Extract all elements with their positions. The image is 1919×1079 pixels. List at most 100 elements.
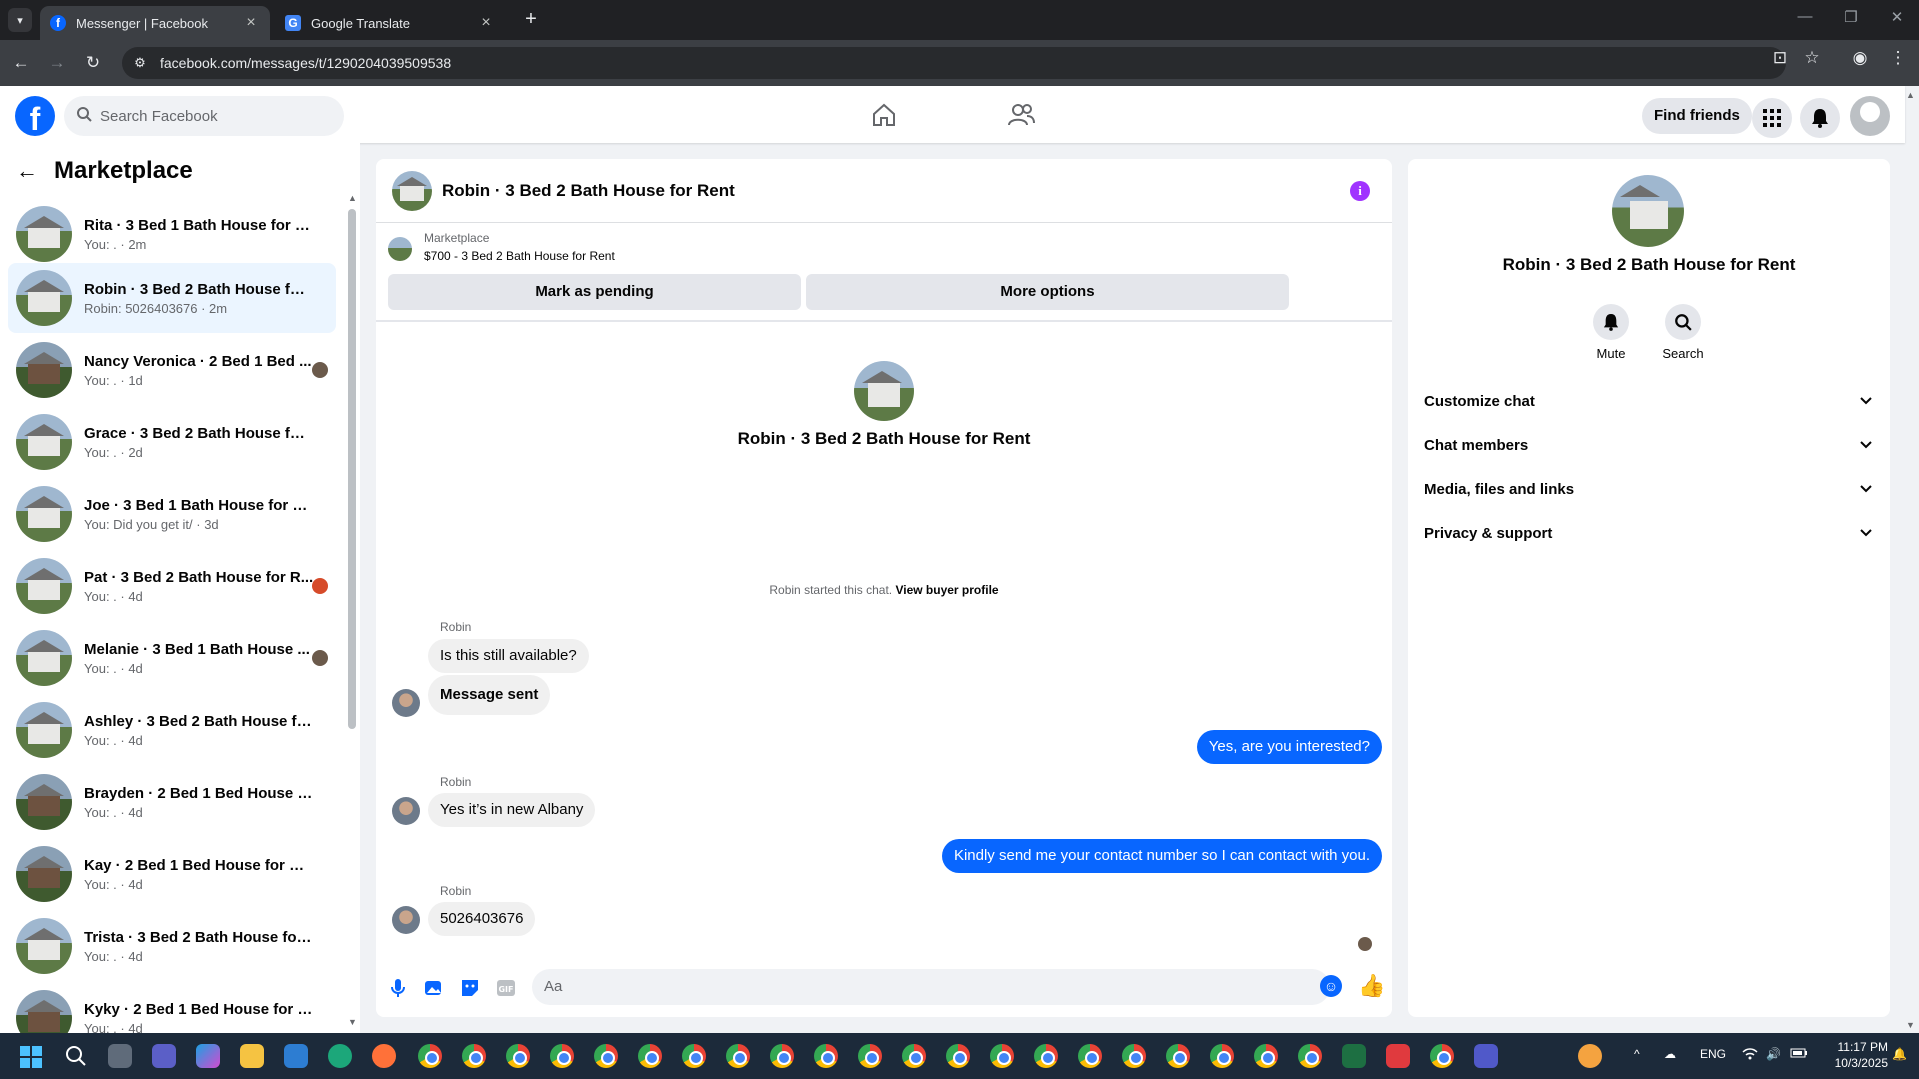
mute-button[interactable]: Mute: [1576, 304, 1646, 361]
section-media-files-links[interactable]: Media, files and links: [1424, 471, 1872, 507]
chrome-icon[interactable]: [1298, 1044, 1322, 1068]
section-privacy-support[interactable]: Privacy & support: [1424, 515, 1872, 551]
chrome-icon[interactable]: [946, 1044, 970, 1068]
reload-icon[interactable]: ↻: [82, 52, 104, 74]
section-customize-chat[interactable]: Customize chat: [1424, 383, 1872, 419]
info-avatar[interactable]: [1612, 175, 1684, 247]
mark-as-pending-button[interactable]: Mark as pending: [388, 274, 801, 310]
notifications-bell-icon[interactable]: [1800, 98, 1840, 138]
menu-grid-icon[interactable]: [1752, 98, 1792, 138]
chrome-icon[interactable]: [1254, 1044, 1278, 1068]
scroll-down-arrow-icon[interactable]: ▼: [348, 1017, 357, 1027]
message-input[interactable]: Aa: [532, 969, 1330, 1005]
chrome-icon[interactable]: [418, 1044, 442, 1068]
chrome-icon[interactable]: [1078, 1044, 1102, 1068]
store-icon[interactable]: [284, 1044, 308, 1068]
emoji-icon[interactable]: ☺: [1320, 975, 1342, 997]
sender-avatar[interactable]: [392, 689, 420, 717]
tab-google-translate[interactable]: G Google Translate ×: [275, 6, 505, 40]
conversation-item[interactable]: Joe · 3 Bed 1 Bath House for Rent You: Di…: [8, 479, 336, 549]
chrome-icon[interactable]: [814, 1044, 838, 1068]
conversation-item[interactable]: Rita · 3 Bed 1 Bath House for Rent You: .…: [8, 199, 336, 269]
scroll-up-arrow-icon[interactable]: ▲: [348, 193, 357, 203]
conversation-item[interactable]: Nancy Veronica · 2 Bed 1 Bed ... You: . ·…: [8, 335, 336, 405]
chrome-icon[interactable]: [594, 1044, 618, 1068]
conversation-scrollbar[interactable]: [348, 209, 356, 729]
thumbs-up-icon[interactable]: 👍: [1358, 973, 1385, 999]
chrome-icon[interactable]: [858, 1044, 882, 1068]
chrome-icon[interactable]: [638, 1044, 662, 1068]
conversation-item[interactable]: Grace · 3 Bed 2 Bath House for ... You: .…: [8, 407, 336, 477]
chrome-icon[interactable]: [550, 1044, 574, 1068]
anydesk-icon[interactable]: [1386, 1044, 1410, 1068]
wifi-icon[interactable]: [1742, 1047, 1758, 1064]
sender-avatar[interactable]: [392, 906, 420, 934]
volume-icon[interactable]: 🔊: [1766, 1047, 1781, 1061]
install-app-icon[interactable]: ⊡: [1768, 48, 1792, 68]
chrome-icon[interactable]: [506, 1044, 530, 1068]
system-clock[interactable]: 11:17 PM 10/3/2025: [1818, 1039, 1888, 1071]
chrome-icon[interactable]: [726, 1044, 750, 1068]
chrome-icon[interactable]: [462, 1044, 486, 1068]
teams-chat-icon[interactable]: [152, 1044, 176, 1068]
search-icon[interactable]: [64, 1044, 88, 1068]
chrome-icon[interactable]: [1166, 1044, 1190, 1068]
listing-summary[interactable]: Marketplace $700 - 3 Bed 2 Bath House fo…: [388, 231, 615, 263]
conversation-item[interactable]: Trista · 3 Bed 2 Bath House for R... You:…: [8, 911, 336, 981]
facebook-logo-icon[interactable]: f: [15, 96, 55, 136]
site-info-icon[interactable]: ⚙: [132, 55, 148, 71]
conversation-item[interactable]: Pat · 3 Bed 2 Bath House for R... You: . …: [8, 551, 336, 621]
conversation-item[interactable]: Melanie · 3 Bed 1 Bath House ... You: . ·…: [8, 623, 336, 693]
gif-icon[interactable]: GIF: [494, 976, 518, 1000]
back-arrow-icon[interactable]: ←: [16, 158, 38, 184]
minimize-icon[interactable]: —: [1790, 8, 1820, 25]
task-view-icon[interactable]: [108, 1044, 132, 1068]
new-tab-button[interactable]: +: [520, 8, 542, 30]
incoming-message[interactable]: Yes it’s in new Albany: [428, 793, 596, 827]
chat-profile-avatar[interactable]: [854, 361, 914, 421]
notifications-icon[interactable]: 🔔: [1892, 1047, 1907, 1061]
teams-icon[interactable]: [1474, 1044, 1498, 1068]
chrome-icon[interactable]: [1122, 1044, 1146, 1068]
onedrive-icon[interactable]: ☁: [1664, 1047, 1676, 1061]
sender-avatar[interactable]: [392, 797, 420, 825]
firefox-icon[interactable]: [372, 1044, 396, 1068]
close-tab-icon[interactable]: ×: [477, 14, 495, 32]
forward-icon[interactable]: →: [46, 52, 68, 74]
outgoing-message[interactable]: Kindly send me your contact number so I …: [941, 839, 1382, 873]
conversation-item[interactable]: Kay · 2 Bed 1 Bed House for Rent You: . ·…: [8, 839, 336, 909]
chrome-icon[interactable]: [770, 1044, 794, 1068]
language-indicator[interactable]: ENG: [1700, 1047, 1726, 1061]
chrome-icon[interactable]: [1034, 1044, 1058, 1068]
section-chat-members[interactable]: Chat members: [1424, 427, 1872, 463]
tab-list-button[interactable]: ▾: [8, 8, 32, 32]
address-bar[interactable]: ⚙ facebook.com/messages/t/12902040395095…: [122, 47, 1786, 79]
home-icon[interactable]: [869, 100, 899, 130]
menu-kebab-icon[interactable]: ⋮: [1886, 48, 1910, 68]
excel-icon[interactable]: [1342, 1044, 1366, 1068]
battery-icon[interactable]: [1790, 1047, 1808, 1061]
chrome-icon[interactable]: [902, 1044, 926, 1068]
page-scroll-down-arrow-icon[interactable]: ▼: [1906, 1020, 1915, 1030]
friends-icon[interactable]: [1006, 100, 1036, 130]
incoming-message[interactable]: Message sent: [428, 675, 551, 715]
file-explorer-icon[interactable]: [240, 1044, 264, 1068]
weather-icon[interactable]: [1578, 1044, 1602, 1068]
chrome-icon[interactable]: [682, 1044, 706, 1068]
profile-icon[interactable]: ◉: [1848, 48, 1872, 68]
windows-start-icon[interactable]: [20, 1046, 42, 1068]
conversation-info-icon[interactable]: i: [1350, 181, 1370, 201]
incoming-message[interactable]: Is this still available?: [428, 639, 589, 673]
view-buyer-profile-link[interactable]: View buyer profile: [895, 583, 998, 597]
account-avatar[interactable]: [1850, 96, 1890, 136]
more-options-button[interactable]: More options: [806, 274, 1289, 310]
edge-icon[interactable]: [328, 1044, 352, 1068]
chrome-icon[interactable]: [1210, 1044, 1234, 1068]
find-friends-button[interactable]: Find friends: [1642, 98, 1752, 134]
page-scroll-up-arrow-icon[interactable]: ▲: [1906, 90, 1915, 100]
back-icon[interactable]: ←: [10, 52, 32, 74]
outgoing-message[interactable]: Yes, are you interested?: [1196, 730, 1382, 764]
incoming-message[interactable]: 5026403676: [428, 902, 536, 936]
photo-icon[interactable]: [422, 976, 446, 1000]
chat-title[interactable]: Robin · 3 Bed 2 Bath House for Rent: [442, 181, 735, 201]
